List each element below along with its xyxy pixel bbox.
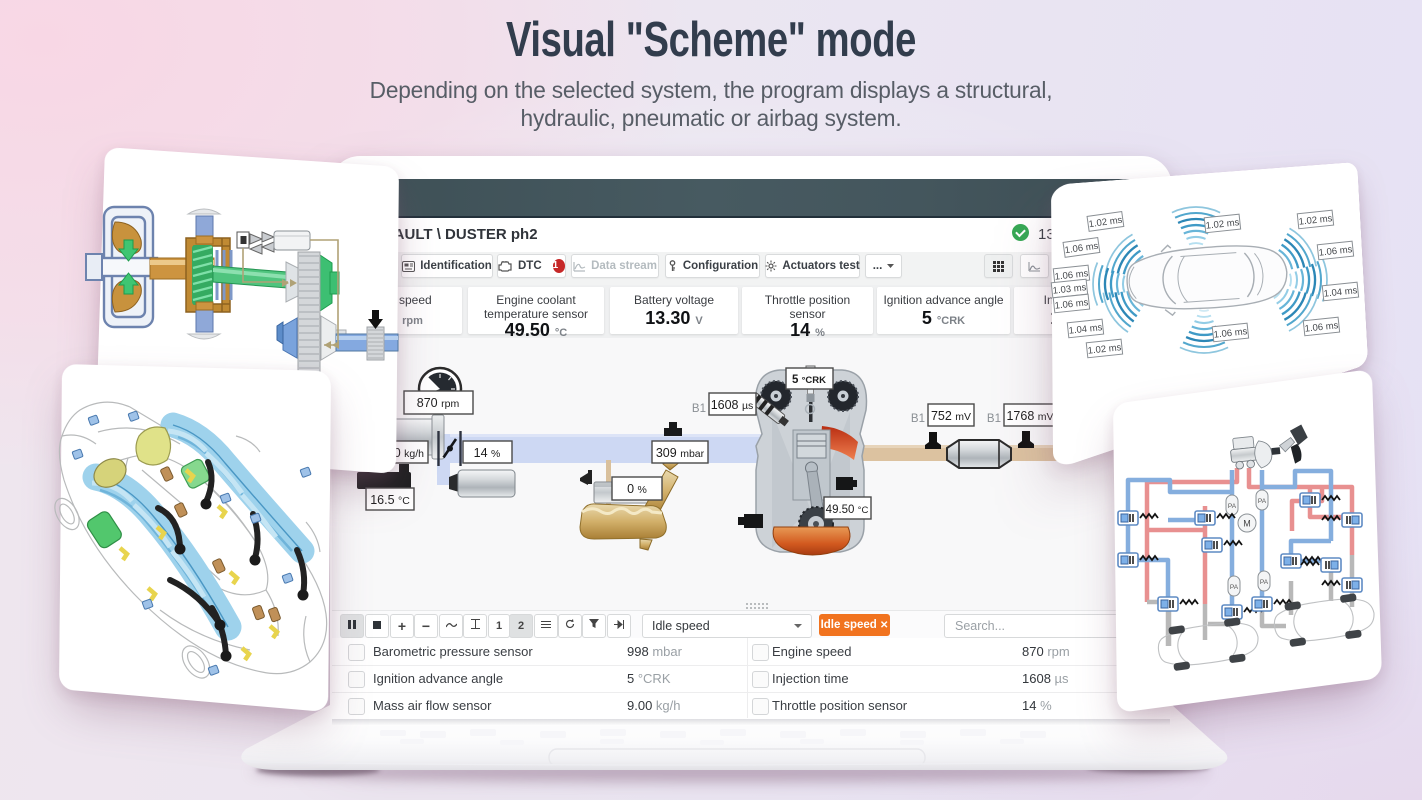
svg-text:1768 mV: 1768 mV	[1006, 409, 1053, 423]
svg-text:309 mbar: 309 mbar	[656, 446, 705, 460]
svg-text:0 %: 0 %	[627, 482, 647, 496]
svg-text:B1: B1	[911, 413, 925, 425]
svg-text:870 rpm: 870 rpm	[417, 396, 460, 410]
svg-text:16.5 °C: 16.5 °C	[370, 493, 410, 507]
svg-text:1608 µs: 1608 µs	[711, 398, 754, 412]
svg-text:49.50 °C: 49.50 °C	[826, 504, 869, 516]
svg-text:14 %: 14 %	[474, 446, 501, 460]
svg-text:5 °CRK: 5 °CRK	[792, 374, 826, 386]
svg-text:752 mV: 752 mV	[931, 409, 971, 423]
svg-text:B1: B1	[987, 413, 1001, 425]
svg-text:B1: B1	[692, 403, 706, 415]
